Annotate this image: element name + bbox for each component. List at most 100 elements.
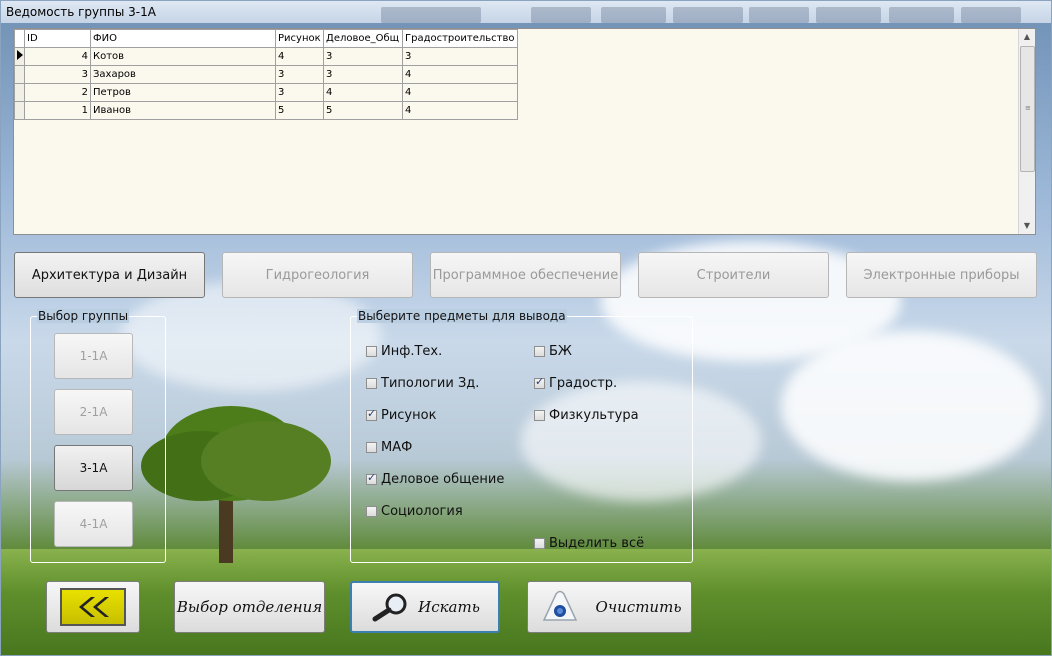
checkbox-box[interactable] — [534, 410, 545, 421]
cell-id[interactable]: 3 — [24, 65, 91, 84]
current-row-arrow-icon — [17, 50, 23, 60]
background-ribbon-ghost — [601, 7, 666, 23]
checkbox-label: Градостр. — [549, 376, 618, 391]
cell-fio[interactable]: Захаров — [90, 65, 276, 84]
checkbox-label: Социология — [381, 504, 463, 519]
cell-gradostr[interactable]: 4 — [402, 83, 518, 102]
dept-button-electronics[interactable]: Электронные приборы — [846, 252, 1037, 298]
cell-id[interactable]: 1 — [24, 101, 91, 120]
group-button-4-1a[interactable]: 4-1А — [54, 501, 133, 547]
data-grid[interactable]: ID ФИО Рисунок Деловое_Общ Градостроител… — [13, 28, 1036, 235]
magnifier-icon — [370, 592, 410, 622]
choose-department-button[interactable]: Выбор отделения — [174, 581, 325, 633]
group-button-2-1a[interactable]: 2-1А — [54, 389, 133, 435]
table-row[interactable]: 1 Иванов 5 5 4 — [14, 101, 518, 120]
cell-risunok[interactable]: 4 — [275, 47, 324, 66]
app-window: Ведомость группы 3-1А ID ФИО Рисунок Дел… — [0, 0, 1052, 656]
checkbox-box[interactable] — [366, 442, 377, 453]
dept-button-software[interactable]: Программное обеспечение — [430, 252, 621, 298]
background-ribbon-ghost — [381, 7, 481, 23]
cell-delovoe[interactable]: 4 — [323, 83, 403, 102]
checkbox-bzh[interactable]: БЖ — [534, 344, 572, 359]
checkbox-tipologii[interactable]: Типологии Зд. — [366, 376, 479, 391]
cell-gradostr[interactable]: 4 — [402, 101, 518, 120]
checkbox-label: МАФ — [381, 440, 413, 455]
row-header[interactable] — [14, 65, 25, 84]
column-header-fio[interactable]: ФИО — [90, 29, 276, 48]
checkbox-risunok[interactable]: Рисунок — [366, 407, 437, 423]
checkbox-delovoe[interactable]: Деловое общение — [366, 471, 505, 487]
cell-risunok[interactable]: 5 — [275, 101, 324, 120]
row-header[interactable] — [14, 47, 25, 66]
column-header-delovoe[interactable]: Деловое_Общ — [323, 29, 403, 48]
checkbox-label: Физкультура — [549, 408, 639, 423]
cell-id[interactable]: 4 — [24, 47, 91, 66]
checkbox-label: Рисунок — [381, 408, 437, 423]
checkbox-box[interactable] — [366, 506, 377, 517]
checkbox-label: Деловое общение — [381, 472, 505, 487]
window-title: Ведомость группы 3-1А — [6, 5, 156, 19]
subjects-box: Выберите предметы для вывода Инф.Тех. Ти… — [350, 309, 693, 563]
checkbox-gradostr[interactable]: Градостр. — [534, 375, 618, 391]
cell-risunok[interactable]: 3 — [275, 65, 324, 84]
checkbox-box-checked[interactable] — [534, 375, 545, 389]
dept-button-builders[interactable]: Строители — [638, 252, 829, 298]
choose-department-label: Выбор отделения — [176, 598, 323, 616]
grid-table: ID ФИО Рисунок Деловое_Общ Градостроител… — [14, 29, 518, 120]
dept-button-architecture[interactable]: Архитектура и Дизайн — [14, 252, 205, 298]
cell-fio[interactable]: Иванов — [90, 101, 276, 120]
checkbox-label: Типологии Зд. — [381, 376, 480, 391]
double-chevron-left-icon — [60, 588, 126, 626]
cell-delovoe[interactable]: 5 — [323, 101, 403, 120]
search-label: Искать — [418, 598, 480, 616]
table-row[interactable]: 2 Петров 3 4 4 — [14, 83, 518, 102]
title-bar: Ведомость группы 3-1А — [1, 1, 1051, 23]
checkbox-select-all[interactable]: Выделить всё — [534, 536, 644, 551]
checkbox-box-checked[interactable] — [366, 407, 377, 421]
checkbox-box[interactable] — [534, 346, 545, 357]
scroll-thumb[interactable]: ≡ — [1020, 46, 1035, 172]
column-header-risunok[interactable]: Рисунок — [275, 29, 324, 48]
table-row[interactable]: 4 Котов 4 3 3 — [14, 47, 518, 66]
group-button-3-1a[interactable]: 3-1А — [54, 445, 133, 491]
group-button-1-1a[interactable]: 1-1А — [54, 333, 133, 379]
clear-label: Очистить — [595, 598, 682, 616]
scroll-up-arrow-icon[interactable]: ▲ — [1019, 29, 1035, 45]
cell-id[interactable]: 2 — [24, 83, 91, 102]
dept-button-hydrogeology[interactable]: Гидрогеология — [222, 252, 413, 298]
cell-delovoe[interactable]: 3 — [323, 65, 403, 84]
background-ribbon-ghost — [531, 7, 591, 23]
row-header[interactable] — [14, 101, 25, 120]
eraser-icon — [538, 590, 582, 624]
checkbox-sociologiya[interactable]: Социология — [366, 504, 463, 519]
background-cloud — [781, 331, 1041, 481]
checkbox-label: Выделить всё — [549, 536, 645, 551]
cell-fio[interactable]: Петров — [90, 83, 276, 102]
cell-gradostr[interactable]: 3 — [402, 47, 518, 66]
checkbox-box[interactable] — [366, 378, 377, 389]
clear-button[interactable]: Очистить — [527, 581, 692, 633]
grid-corner[interactable] — [14, 29, 25, 48]
scroll-down-arrow-icon[interactable]: ▼ — [1019, 218, 1035, 234]
cell-gradostr[interactable]: 4 — [402, 65, 518, 84]
background-ribbon-ghost — [961, 7, 1021, 23]
checkbox-inf-teh[interactable]: Инф.Тех. — [366, 344, 442, 359]
grid-vertical-scrollbar[interactable]: ▲ ≡ ▼ — [1018, 29, 1035, 234]
back-button[interactable] — [46, 581, 140, 633]
row-header[interactable] — [14, 83, 25, 102]
search-button[interactable]: Искать — [350, 581, 500, 633]
checkbox-maf[interactable]: МАФ — [366, 440, 412, 455]
column-header-id[interactable]: ID — [24, 29, 91, 48]
scroll-grip-icon: ≡ — [1025, 104, 1031, 112]
table-row[interactable]: 3 Захаров 3 3 4 — [14, 65, 518, 84]
checkbox-label: Инф.Тех. — [381, 344, 443, 359]
cell-risunok[interactable]: 3 — [275, 83, 324, 102]
column-header-gradostr[interactable]: Градостроительство — [402, 29, 518, 48]
cell-delovoe[interactable]: 3 — [323, 47, 403, 66]
checkbox-box[interactable] — [534, 538, 545, 549]
checkbox-box[interactable] — [366, 346, 377, 357]
background-tree-crown — [201, 421, 331, 501]
checkbox-box-checked[interactable] — [366, 471, 377, 485]
checkbox-fizkultura[interactable]: Физкультура — [534, 408, 639, 423]
cell-fio[interactable]: Котов — [90, 47, 276, 66]
